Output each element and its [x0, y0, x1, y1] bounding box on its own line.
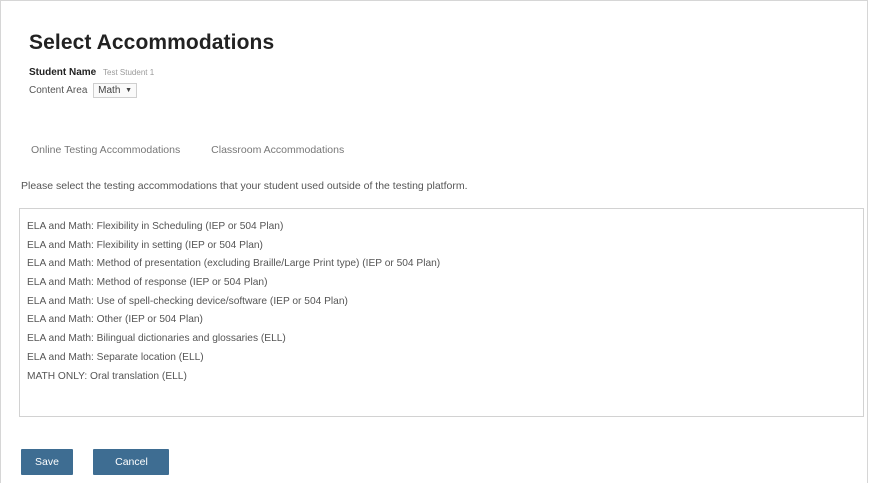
list-item[interactable]: ELA and Math: Flexibility in setting (IE…	[27, 237, 855, 256]
student-name-value: Test Student 1	[103, 68, 155, 77]
instructions-text: Please select the testing accommodations…	[21, 180, 468, 192]
content-area-select[interactable]: Math ▼	[93, 83, 138, 98]
content-area-value: Math	[98, 85, 121, 96]
cancel-button[interactable]: Cancel	[93, 449, 170, 475]
student-name-label: Student Name	[29, 67, 97, 78]
page-title: Select Accommodations	[29, 31, 275, 54]
tab-online-testing-accommodations[interactable]: Online Testing Accommodations	[23, 142, 188, 158]
content-area-label: Content Area	[29, 85, 88, 96]
content-area-row: Content Area Math ▼	[29, 83, 138, 98]
accommodation-tabs: Online Testing Accommodations Classroom …	[23, 142, 352, 158]
save-button[interactable]: Save	[21, 449, 73, 475]
list-item[interactable]: ELA and Math: Other (IEP or 504 Plan)	[27, 311, 855, 330]
accommodations-listbox[interactable]: ELA and Math: Flexibility in Scheduling …	[19, 208, 864, 417]
student-name-row: Student Name Test Student 1	[29, 67, 154, 78]
action-buttons: Save Cancel	[21, 449, 170, 475]
list-item[interactable]: ELA and Math: Bilingual dictionaries and…	[27, 330, 855, 349]
list-item[interactable]: ELA and Math: Flexibility in Scheduling …	[27, 218, 855, 237]
caret-down-icon: ▼	[125, 87, 133, 94]
page-frame: Select Accommodations Student Name Test …	[0, 0, 868, 483]
tab-classroom-accommodations[interactable]: Classroom Accommodations	[203, 142, 352, 158]
list-item[interactable]: ELA and Math: Separate location (ELL)	[27, 349, 855, 368]
list-item[interactable]: MATH ONLY: Oral translation (ELL)	[27, 368, 855, 387]
list-item[interactable]: ELA and Math: Method of response (IEP or…	[27, 274, 855, 293]
list-item[interactable]: ELA and Math: Method of presentation (ex…	[27, 255, 855, 274]
list-item[interactable]: ELA and Math: Use of spell-checking devi…	[27, 293, 855, 312]
